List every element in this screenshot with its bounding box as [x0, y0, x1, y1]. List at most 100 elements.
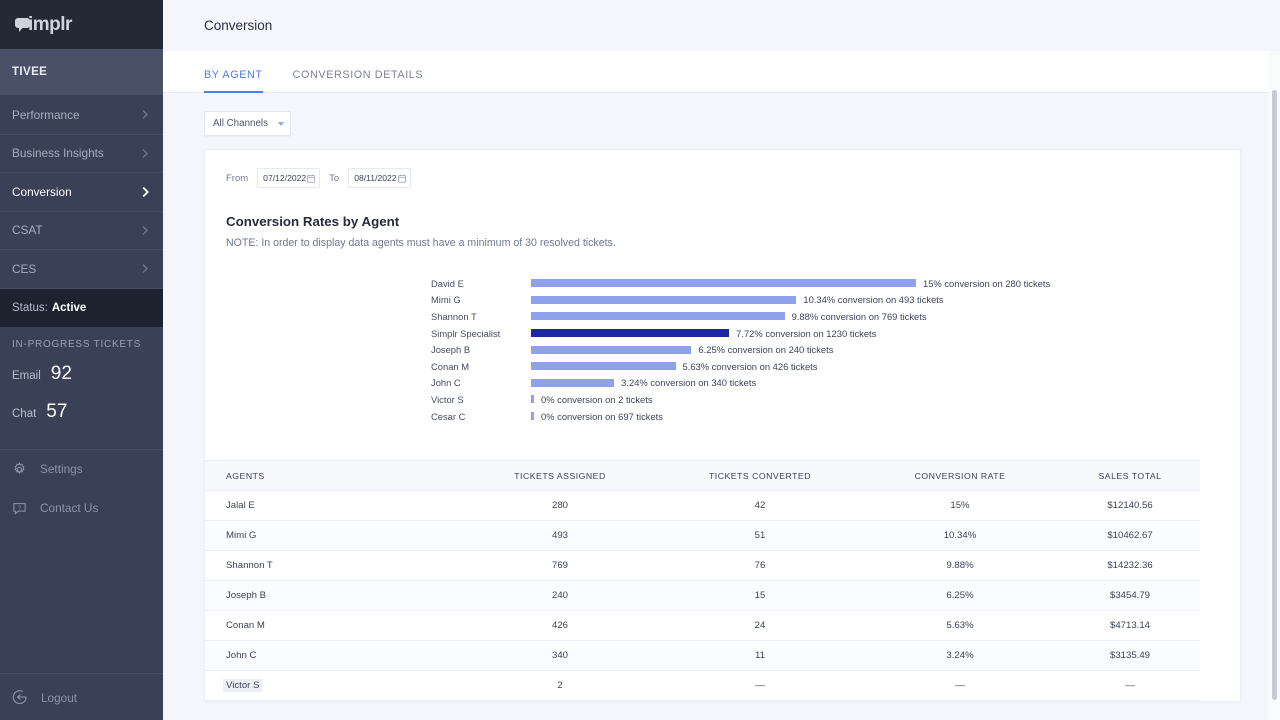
to-date-input[interactable]: 08/11/2022: [348, 168, 412, 188]
table-row[interactable]: Conan M 426 24 5.63% $4713.14: [205, 611, 1200, 642]
chevron-right-icon: [141, 264, 150, 273]
sidebar-item-label: CSAT: [12, 223, 43, 238]
from-date-input[interactable]: 07/12/2022: [257, 168, 321, 188]
chart-bar-row: Simplr Specialist 7.72% conversion on 123…: [209, 325, 1240, 342]
cell-tickets-converted: 24: [754, 620, 766, 632]
chart-category-label: Shannon T: [431, 310, 477, 322]
cell-agent: Conan M: [226, 620, 265, 632]
chart-bar[interactable]: [531, 345, 692, 354]
table-column-header: TICKETS CONVERTED: [709, 470, 811, 481]
chart-bar-row: Cesar C 0% conversion on 697 tickets: [209, 408, 1240, 425]
ticket-value: 57: [46, 400, 68, 422]
brand-logo[interactable]: implr: [0, 0, 163, 49]
cell-conversion-rate: —: [955, 680, 965, 692]
cell-agent: Shannon T: [226, 560, 273, 572]
status-badge: Status: Active: [0, 288, 163, 327]
chart-category-label: Joseph B: [431, 344, 471, 356]
chart-bar-row: Victor S 0% conversion on 2 tickets: [209, 391, 1240, 408]
chevron-right-icon: [141, 226, 150, 235]
tab-by-agent[interactable]: BY AGENT: [204, 69, 263, 93]
table-row[interactable]: Mimi G 493 51 10.34% $10462.67: [205, 521, 1200, 552]
ticket-count-email: Email 92: [0, 363, 163, 401]
chart-bar[interactable]: [531, 378, 615, 387]
table-row[interactable]: Shannon T 769 76 9.88% $14232.36: [205, 551, 1200, 582]
chart-value-label: 6.25% conversion on 240 tickets: [698, 344, 834, 356]
chart-bar-row: Shannon T 9.88% conversion on 769 tickets: [209, 308, 1240, 325]
agents-table: AGENTS TICKETS ASSIGNED TICKETS CONVERTED C…: [205, 460, 1200, 702]
brand-name: implr: [28, 13, 72, 35]
logout-section: Logout: [0, 673, 163, 720]
cell-tickets-assigned: 280: [551, 500, 568, 512]
logout-button[interactable]: Logout: [0, 676, 163, 720]
table-header-row: AGENTS TICKETS ASSIGNED TICKETS CONVERTED C…: [205, 461, 1200, 492]
chart-bar-wrap: 7.72% conversion on 1230 tickets: [531, 328, 1240, 339]
sidebar: implr TIVEE Performance Business Insight…: [0, 0, 163, 720]
sidebar-item-ces[interactable]: CES: [0, 250, 163, 289]
logout-icon: [12, 689, 28, 708]
chart-bar-row: David E 15% conversion on 280 tickets: [209, 275, 1240, 292]
cell-tickets-converted: 42: [754, 500, 766, 512]
content-scroll-area: All Channels From 07/12/2022 To 08/11/20…: [163, 93, 1280, 720]
sidebar-item-csat[interactable]: CSAT: [0, 212, 163, 250]
table-row[interactable]: Victor S 2 — — —: [205, 671, 1200, 702]
cell-sales-total: $14232.36: [1107, 560, 1153, 572]
tab-conversion-details[interactable]: CONVERSION DETAILS: [293, 69, 424, 92]
chart-bar[interactable]: [531, 412, 534, 421]
scrollbar-thumb[interactable]: [1272, 90, 1277, 700]
chart-value-label: 7.72% conversion on 1230 tickets: [736, 327, 877, 339]
cell-conversion-rate: 9.88%: [946, 560, 974, 572]
cell-sales-total: $12140.56: [1107, 500, 1153, 512]
cell-tickets-converted: 11: [755, 650, 765, 662]
chart-bar-wrap: 5.63% conversion on 426 tickets: [531, 361, 1240, 372]
table-row[interactable]: Jalal E 280 42 15% $12140.56: [205, 491, 1200, 522]
cell-conversion-rate: 6.25%: [946, 590, 974, 602]
status-label: Status:: [12, 301, 48, 314]
table-row[interactable]: Joseph B 240 15 6.25% $3454.79: [205, 581, 1200, 612]
ticket-count-chat: Chat 57: [0, 401, 163, 439]
to-label: To: [329, 172, 340, 184]
chart-category-label: David E: [431, 277, 464, 289]
channel-select-value: All Channels: [213, 118, 269, 129]
channel-select[interactable]: All Channels: [204, 111, 291, 136]
table-body: Jalal E 280 42 15% $12140.56 Mimi G 493 51 10.34…: [205, 491, 1200, 702]
sidebar-item-business-insights[interactable]: Business Insights: [0, 135, 163, 173]
cell-tickets-assigned: 426: [551, 620, 568, 632]
chart-value-label: 5.63% conversion on 426 tickets: [682, 360, 818, 372]
chart-bar[interactable]: [531, 362, 676, 371]
cell-agent-selected: Victor S: [223, 679, 263, 693]
sidebar-item-contact-us[interactable]: ? Contact Us: [0, 489, 163, 528]
sidebar-item-label: Conversion: [12, 184, 72, 199]
sidebar-item-label: Settings: [40, 462, 83, 476]
chart-bar[interactable]: [531, 395, 534, 404]
cell-agent: Joseph B: [226, 590, 267, 602]
cell-tickets-assigned: 493: [551, 530, 568, 542]
sidebar-item-performance[interactable]: Performance: [0, 96, 163, 135]
chart-category-label: Cesar C: [431, 410, 466, 422]
account-name[interactable]: TIVEE: [0, 49, 163, 96]
cell-sales-total: $4713.14: [1109, 620, 1150, 632]
cell-sales-total: $3135.49: [1109, 650, 1150, 662]
sidebar-item-settings[interactable]: Settings: [0, 450, 163, 489]
chart-value-label: 0% conversion on 2 tickets: [541, 393, 653, 405]
status-value: Active: [51, 301, 87, 314]
app-root: implr TIVEE Performance Business Insight…: [0, 0, 1280, 720]
chevron-right-icon: [141, 187, 150, 198]
cell-conversion-rate: 3.24%: [946, 650, 974, 662]
sidebar-item-conversion[interactable]: Conversion: [0, 173, 163, 212]
chart-value-label: 10.34% conversion on 493 tickets: [803, 294, 944, 306]
tab-bar: BY AGENT CONVERSION DETAILS: [163, 51, 1280, 93]
chart-bar[interactable]: [531, 312, 785, 321]
chart-bar[interactable]: [531, 279, 916, 288]
calendar-icon: [307, 174, 316, 183]
cell-conversion-rate: 10.34%: [943, 530, 977, 542]
chart-bar[interactable]: [531, 295, 797, 304]
cell-agent: Victor S: [205, 679, 460, 693]
chart-bar[interactable]: [531, 329, 730, 338]
cell-tickets-assigned: 340: [551, 650, 568, 662]
table-row[interactable]: John C 340 11 3.24% $3135.49: [205, 641, 1200, 672]
sidebar-item-label: Business Insights: [12, 146, 104, 161]
chart-category-label: Victor S: [431, 393, 464, 405]
gear-icon: [12, 461, 27, 477]
from-label: From: [226, 172, 249, 184]
table-column-header: SALES TOTAL: [1098, 470, 1162, 481]
